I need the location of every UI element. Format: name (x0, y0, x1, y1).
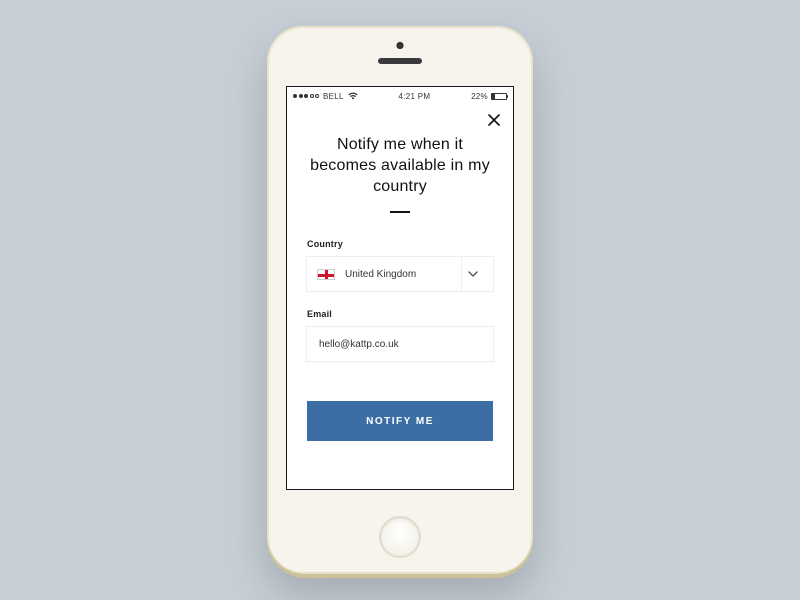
status-bar: BELL 4:21 PM 22% (287, 87, 513, 105)
home-button[interactable] (379, 516, 421, 558)
status-bar-right: 22% (471, 92, 507, 101)
email-input-wrapper (307, 327, 493, 361)
wifi-icon (348, 92, 358, 100)
battery-icon (491, 93, 507, 100)
front-camera (397, 42, 404, 49)
earpiece-speaker (378, 58, 422, 64)
status-bar-time: 4:21 PM (398, 92, 430, 101)
phone-screen: BELL 4:21 PM 22% Notify me when it becom… (286, 86, 514, 490)
close-icon (488, 114, 500, 126)
email-field-label: Email (307, 309, 493, 319)
battery-pct-label: 22% (471, 92, 488, 101)
uk-flag-icon (317, 269, 335, 280)
page-title: Notify me when it becomes available in m… (307, 135, 493, 197)
email-input[interactable] (319, 339, 481, 350)
phone-frame: BELL 4:21 PM 22% Notify me when it becom… (267, 26, 533, 574)
title-divider (390, 211, 410, 213)
signal-dots-icon (293, 94, 319, 98)
chevron-down-icon (461, 257, 483, 291)
notify-me-button[interactable]: NOTIFY ME (307, 401, 493, 441)
status-bar-left: BELL (293, 92, 358, 101)
phone-top-hardware (267, 26, 533, 86)
country-select[interactable]: United Kingdom (307, 257, 493, 291)
country-field-label: Country (307, 239, 493, 249)
country-select-value: United Kingdom (345, 269, 451, 280)
notify-form: Notify me when it becomes available in m… (287, 105, 513, 489)
close-button[interactable] (485, 111, 503, 129)
carrier-label: BELL (323, 92, 344, 101)
